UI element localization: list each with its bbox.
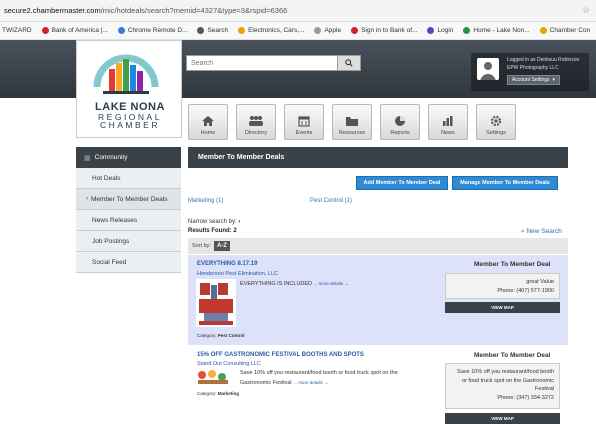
sidebar-item-job-postings[interactable]: Job Postings	[76, 231, 181, 252]
chamber-logo[interactable]: LAKE NONA REGIONAL CHAMBER	[76, 40, 182, 138]
sort-bar: Sort by: A-Z	[188, 238, 568, 254]
apple-icon	[314, 27, 322, 34]
deal-listing: 15% OFF GASTRONOMIC FESTIVAL BOOTHS AND …	[188, 345, 568, 424]
deal-type: Member To Member Deal	[474, 261, 551, 268]
address-bar[interactable]: secure2.chambermaster.com /mic/hotdeals/…	[0, 0, 596, 22]
nav-events[interactable]: Events	[284, 104, 324, 140]
remote-desktop-icon	[117, 27, 125, 34]
search-icon: ⌕	[521, 228, 525, 235]
url-host: secure2.chambermaster.com	[4, 6, 101, 15]
bank-icon	[41, 27, 49, 34]
filter-pest-control[interactable]: Pest Control (1)	[310, 198, 352, 204]
calendar-icon	[298, 116, 310, 127]
deal-company[interactable]: Henderson Pest Elimination, LLC	[197, 271, 278, 277]
sidebar-heading[interactable]: ▦ Community	[76, 147, 181, 168]
search-icon	[345, 59, 353, 67]
deal-category: Category: Pest Control	[197, 333, 245, 338]
filter-marketing[interactable]: Marketing (1)	[188, 198, 223, 204]
deal-description: Save 10% off you restaurant/food booth o…	[240, 370, 398, 386]
bookmark-item[interactable]: Apple	[314, 27, 341, 34]
deal-title[interactable]: 15% OFF GASTRONOMIC FESTIVAL BOOTHS AND …	[197, 352, 364, 358]
bookmark-star-icon[interactable]: ☆	[582, 5, 590, 16]
chamber-icon	[539, 27, 547, 34]
folder-icon	[346, 117, 358, 126]
bookmark-item[interactable]: Chrome Remote D...	[117, 27, 187, 34]
user-company: EPW Photography LLC	[507, 65, 559, 71]
sidebar-item-hot-deals[interactable]: Hot Deals	[76, 168, 181, 189]
deal-company[interactable]: Stand Out Consulting LLC	[197, 361, 261, 367]
deal-description: EVERYTHING IS INCLUDED ... more details …	[240, 281, 349, 287]
search-input[interactable]	[186, 55, 338, 71]
nav-news[interactable]: News	[428, 104, 468, 140]
caret-right-icon: ›	[238, 219, 241, 225]
deal-thumbnail	[196, 369, 236, 385]
deal-title[interactable]: EVERYTHING 8.17.19	[197, 261, 257, 267]
sidebar-item-news-releases[interactable]: News Releases	[76, 210, 181, 231]
deal-listing: EVERYTHING 8.17.19 Henderson Pest Elimin…	[188, 255, 568, 345]
nav-resources[interactable]: Resources	[332, 104, 372, 140]
sidebar: ▦ Community Hot Deals › Member To Member…	[76, 147, 181, 273]
shop-icon	[238, 27, 246, 34]
sidebar-item-member-to-member-deals[interactable]: › Member To Member Deals	[76, 189, 181, 210]
logo-emblem	[93, 54, 159, 94]
avatar[interactable]	[477, 58, 499, 80]
bookmark-item[interactable]: Home - Lake Non...	[463, 27, 530, 34]
chevron-down-icon: ▾	[552, 77, 556, 83]
bar-chart-icon	[443, 116, 453, 126]
people-icon	[249, 116, 263, 126]
bookmark-item[interactable]: TWIZARD	[2, 27, 32, 34]
results-count: Results Found: 2	[188, 228, 237, 234]
deal-info-box: great Value Phone: (407) 577-1900	[445, 273, 560, 299]
add-deal-button[interactable]: Add Member To Member Deal	[356, 176, 448, 190]
nav-reports[interactable]: Reports	[380, 104, 420, 140]
main-nav: Home Directory Events Resources Reports …	[188, 104, 516, 140]
more-details-link[interactable]: ... more details →	[314, 281, 349, 286]
user-name: Logged in as Denitsuu Robinson	[507, 57, 580, 63]
home-site-icon	[463, 27, 471, 34]
search-button[interactable]	[338, 55, 361, 71]
search-site-icon	[197, 27, 205, 34]
view-map-button[interactable]: VIEW MAP	[445, 302, 560, 313]
page-title: Member To Member Deals	[188, 147, 568, 168]
grid-icon: ▦	[84, 154, 91, 162]
bank-icon	[351, 27, 359, 34]
deal-thumbnail	[196, 279, 236, 327]
bookmark-item[interactable]: Search	[197, 27, 228, 34]
sidebar-item-social-feed[interactable]: Social Feed	[76, 252, 181, 273]
view-map-button[interactable]: VIEW MAP	[445, 413, 560, 424]
deal-type: Member To Member Deal	[474, 352, 551, 359]
url-path: /mic/hotdeals/search?memid=4327&type=3&r…	[100, 6, 288, 15]
account-settings-button[interactable]: Account Settings ▾	[507, 75, 561, 85]
chevron-right-icon: ›	[86, 196, 88, 202]
home-icon	[202, 116, 214, 126]
nav-home[interactable]: Home	[188, 104, 228, 140]
deal-category: Category: Marketing	[197, 391, 240, 396]
new-search-link[interactable]: ⌕ New Search	[521, 228, 562, 236]
login-icon	[427, 27, 435, 34]
bookmark-item[interactable]: Bank of America |...	[41, 27, 108, 34]
nav-settings[interactable]: Settings	[476, 104, 516, 140]
deal-info-box: Save 10% off you restaurant/food booth o…	[445, 363, 560, 409]
bookmarks-bar: TWIZARD Bank of America |... Chrome Remo…	[0, 22, 596, 40]
bookmark-item[interactable]: Electronics, Cars,...	[238, 27, 304, 34]
bookmark-item[interactable]: Chamber Con	[539, 27, 590, 34]
bookmark-item[interactable]: Sign in to Bank of...	[351, 27, 417, 34]
bookmark-item[interactable]: Login	[427, 27, 453, 34]
site-search	[186, 55, 361, 71]
narrow-search-toggle[interactable]: Narrow search by: ›	[188, 219, 240, 225]
gear-icon	[490, 115, 502, 127]
manage-deals-button[interactable]: Manage Member To Member Deals	[452, 176, 558, 190]
sort-az-button[interactable]: A-Z	[213, 241, 230, 251]
pie-chart-icon	[395, 116, 405, 126]
more-details-link[interactable]: ... more details →	[293, 380, 328, 385]
nav-directory[interactable]: Directory	[236, 104, 276, 140]
user-panel: Logged in as Denitsuu Robinson EPW Photo…	[471, 53, 589, 91]
logo-text-line2: REGIONAL CHAMBER	[98, 112, 162, 130]
